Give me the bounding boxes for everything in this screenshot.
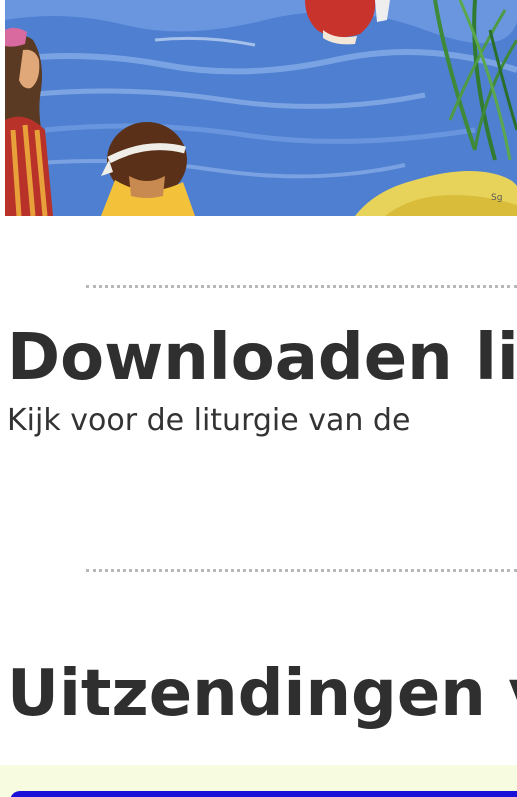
page: Sg Downloaden li Kijk voor de liturgie v…	[0, 0, 517, 797]
signature-mark: Sg	[491, 193, 502, 203]
download-intro-text: Kijk voor de liturgie van de	[7, 403, 411, 438]
broadcasts-heading: Uitzendingen v	[7, 657, 517, 731]
hero-illustration: Sg	[5, 0, 517, 216]
media-player-bar[interactable]	[10, 791, 517, 797]
media-player-area	[0, 765, 517, 797]
section-divider	[86, 285, 517, 288]
download-heading: Downloaden li	[7, 321, 517, 395]
section-divider	[86, 569, 517, 572]
